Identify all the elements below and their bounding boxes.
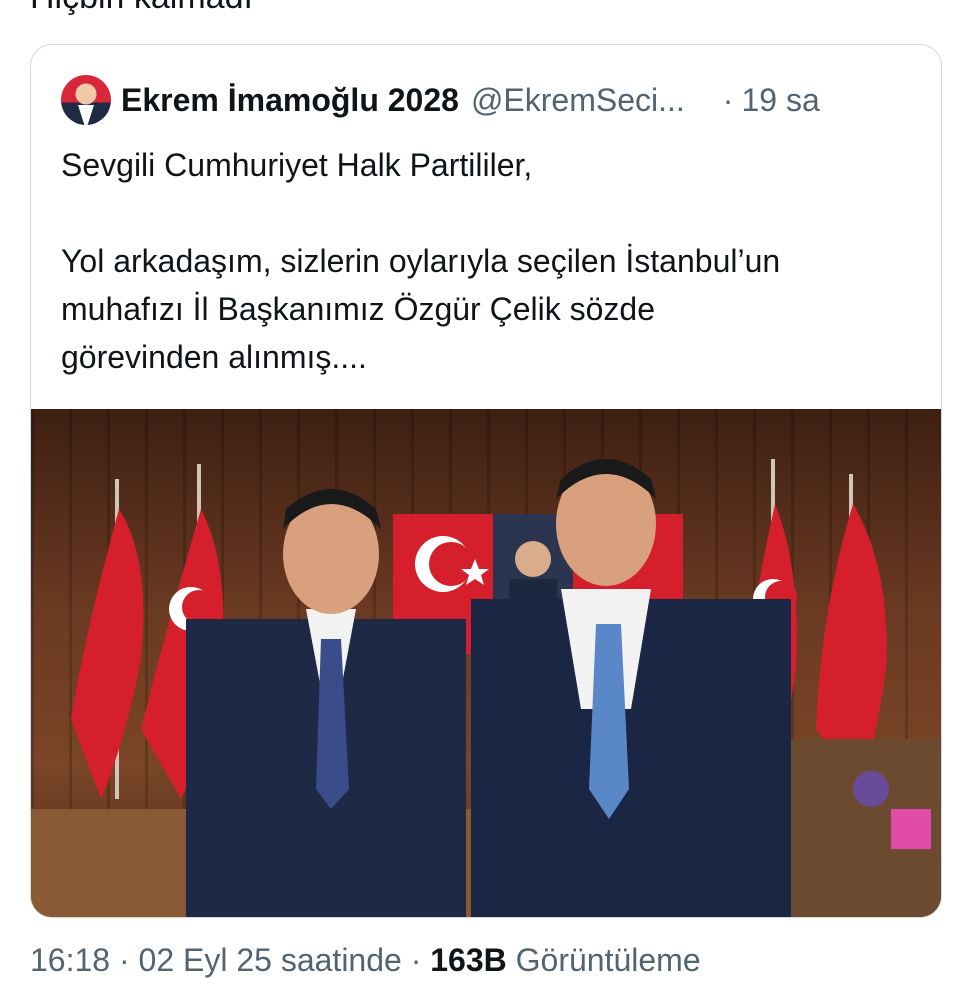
tweet-meta: 16:18 · 02 Eyl 25 saatinde · 163B Görünt… — [30, 942, 701, 979]
quoted-tweet-text: Sevgili Cumhuriyet Halk Partililer, Yol … — [61, 141, 931, 381]
tweet-line: görevinden alınmış.... — [61, 339, 367, 375]
author-name[interactable]: Ekrem İmamoğlu 2028 — [121, 82, 459, 119]
author-handle[interactable]: @EkremSeci... — [471, 82, 685, 119]
tweet-line: Sevgili Cumhuriyet Halk Partililer, — [61, 147, 533, 183]
header-separator: · — [722, 81, 734, 118]
views-label: Görüntüleme — [515, 942, 701, 978]
tweet-line: muhafızı İl Başkanımız Özgür Çelik sözde — [61, 291, 655, 327]
author-avatar[interactable] — [61, 75, 111, 125]
tweet-time-ago[interactable]: 19 sa — [741, 82, 819, 119]
quoted-tweet-header: Ekrem İmamoğlu 2028 @EkremSeci... · 19 s… — [61, 75, 921, 125]
post-date[interactable]: 02 Eyl 25 saatinde — [139, 942, 402, 978]
party-flag-left — [71, 509, 144, 799]
meta-separator: · — [410, 942, 422, 978]
photo-illustration — [31, 459, 941, 917]
views-count[interactable]: 163B — [430, 942, 507, 978]
tweet-line: Yol arkadaşım, sizlerin oylarıyla seçile… — [61, 243, 781, 279]
meta-separator: · — [118, 942, 130, 978]
tweet-photo[interactable] — [31, 409, 941, 917]
parent-tweet-text: Hiçbiri kalmadı — [30, 0, 253, 17]
quoted-tweet-card[interactable]: Ekrem İmamoğlu 2028 @EkremSeci... · 19 s… — [30, 44, 942, 918]
post-time[interactable]: 16:18 — [30, 942, 110, 978]
